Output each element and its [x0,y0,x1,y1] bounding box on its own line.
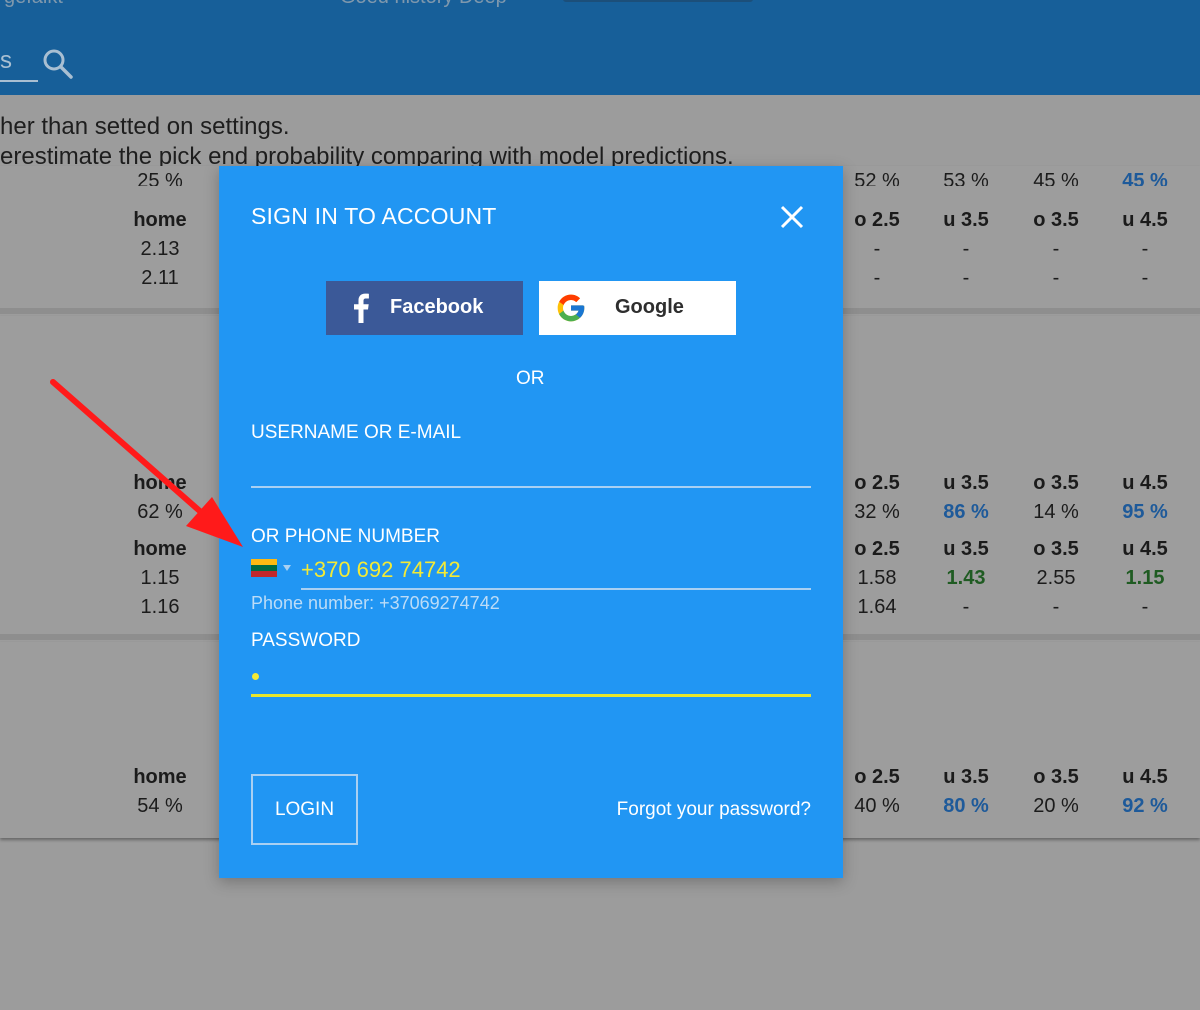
search-icon[interactable] [42,48,74,80]
phone-input-underline [301,588,811,590]
sign-in-modal: SIGN IN TO ACCOUNT Facebook Google OR US… [219,166,843,878]
phone-label: OR PHONE NUMBER [251,526,440,547]
username-input[interactable] [251,486,811,488]
google-login-button[interactable]: Google [539,281,736,335]
facebook-label: Facebook [390,296,484,318]
nav-separator: - [118,0,125,9]
password-label: PASSWORD [251,630,361,651]
or-divider-text: OR [516,368,545,389]
phone-input[interactable]: +370 692 74742 [301,557,461,583]
phone-hint: Phone number: +37069274742 [251,593,500,613]
top-app-bar: gefaikt - Goed history Deep s [0,0,1200,95]
forgot-password-link[interactable]: Forgot your password? [617,799,811,821]
google-label: Google [615,296,684,318]
close-icon[interactable] [779,204,805,230]
facebook-icon [354,293,369,323]
chevron-down-icon[interactable] [283,565,291,571]
username-label: USERNAME OR E-MAIL [251,422,462,443]
login-button[interactable]: LOGIN [251,774,358,845]
country-flag-icon[interactable] [251,559,277,577]
search-input[interactable]: s [0,46,38,82]
nav-button[interactable] [563,0,753,2]
nav-link-fragment[interactable]: gefaikt [4,0,63,9]
modal-title: SIGN IN TO ACCOUNT [251,203,497,229]
password-mask-dot [252,673,259,680]
facebook-login-button[interactable]: Facebook [326,281,523,335]
google-icon [557,294,585,322]
password-input[interactable] [251,694,811,697]
nav-link-history[interactable]: Goed history Deep [340,0,507,9]
